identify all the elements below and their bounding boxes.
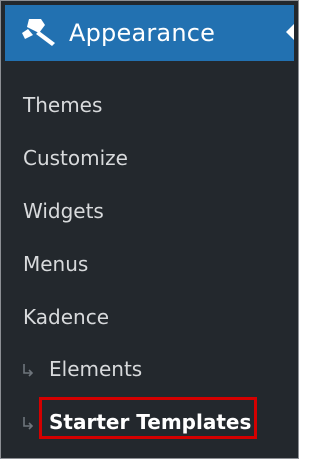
highlight-box <box>39 397 257 439</box>
admin-menu-panel: Appearance Themes Customize Widgets Menu… <box>0 0 299 459</box>
submenu-item-kadence[interactable]: Kadence <box>5 297 294 337</box>
menu-item-label: Appearance <box>69 19 216 47</box>
submenu-item-label: Customize <box>23 146 128 170</box>
submenu-item-customize[interactable]: Customize <box>5 138 294 178</box>
submenu-item-label: Elements <box>49 357 143 381</box>
paintbrush-icon <box>22 19 55 46</box>
submenu-item-label: Kadence <box>23 305 109 329</box>
menu-item-appearance[interactable]: Appearance <box>5 5 294 61</box>
submenu-item-themes[interactable]: Themes <box>5 85 294 125</box>
submenu-item-widgets[interactable]: Widgets <box>5 191 294 231</box>
submenu-item-label: Menus <box>23 252 89 276</box>
sub-arrow-icon <box>23 364 34 377</box>
submenu-item-label: Widgets <box>23 199 104 223</box>
sub-arrow-icon <box>23 417 34 430</box>
submenu-item-menus[interactable]: Menus <box>5 244 294 284</box>
current-menu-caret-icon <box>286 24 294 40</box>
submenu-item-label: Themes <box>23 93 103 117</box>
submenu-item-elements[interactable]: Elements <box>5 349 294 389</box>
